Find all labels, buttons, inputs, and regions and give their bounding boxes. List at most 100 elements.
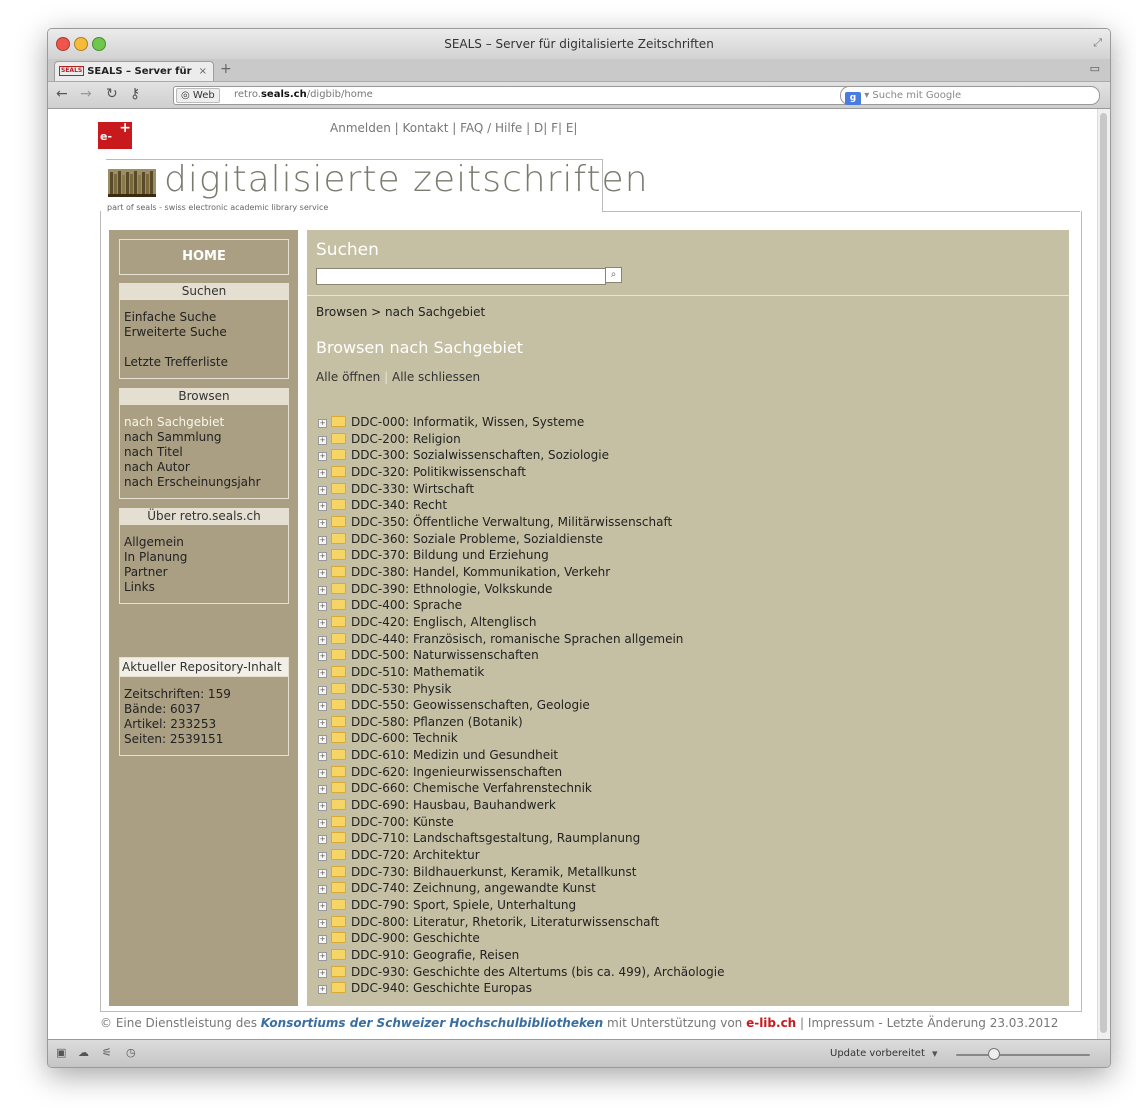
expand-icon[interactable]: + — [318, 952, 327, 961]
subject-tree-item[interactable]: + DDC-350: Öffentliche Verwaltung, Militä… — [318, 514, 1058, 531]
expand-icon[interactable]: + — [318, 452, 327, 462]
forward-arrow-icon[interactable]: → — [80, 86, 92, 102]
expand-icon[interactable]: + — [318, 585, 327, 595]
subject-label[interactable]: DDC-000: Informatik, Wissen, Systeme — [351, 415, 584, 429]
subject-label[interactable]: DDC-700: Künste — [351, 815, 454, 829]
fullscreen-icon[interactable]: ⤢ — [1093, 36, 1102, 50]
expand-icon[interactable]: + — [318, 985, 327, 995]
subject-tree-item[interactable]: + DDC-790: Sport, Spiele, Unterhaltung — [318, 897, 1058, 914]
home-button[interactable]: HOME — [119, 239, 289, 275]
reload-icon[interactable]: ↻ — [106, 86, 118, 102]
subject-label[interactable]: DDC-390: Ethnologie, Volkskunde — [351, 582, 552, 596]
vertical-scrollbar[interactable] — [1097, 109, 1110, 1039]
expand-icon[interactable]: + — [318, 552, 327, 562]
subject-tree-item[interactable]: + DDC-370: Bildung und Erziehung — [318, 547, 1058, 564]
expand-icon[interactable]: + — [318, 568, 327, 578]
subject-label[interactable]: DDC-690: Hausbau, Bauhandwerk — [351, 798, 556, 812]
expand-icon[interactable]: + — [318, 485, 327, 495]
subject-tree-item[interactable]: + DDC-400: Sprache — [318, 597, 1058, 614]
sidebar-item-links[interactable]: Links — [124, 580, 284, 595]
subject-label[interactable]: DDC-200: Religion — [351, 432, 461, 446]
sidebar-item-nach-erscheinungsjahr[interactable]: nach Erscheinungsjahr — [124, 475, 284, 490]
google-search-box[interactable]: g ▾ Suche mit Google — [840, 86, 1100, 105]
sidebar-toggle-icon[interactable]: ▣ — [56, 1046, 66, 1059]
subject-tree-item[interactable]: + DDC-700: Künste — [318, 814, 1058, 831]
subject-tree-item[interactable]: + DDC-730: Bildhauerkunst, Keramik, Metal… — [318, 864, 1058, 881]
expand-icon[interactable]: + — [318, 785, 327, 795]
tab-groups-icon[interactable]: ▭ — [1090, 62, 1100, 75]
sidebar-item-nach-titel[interactable]: nach Titel — [124, 445, 284, 460]
subject-label[interactable]: DDC-600: Technik — [351, 731, 458, 745]
subject-label[interactable]: DDC-790: Sport, Spiele, Unterhaltung — [351, 898, 576, 912]
expand-icon[interactable]: + — [318, 685, 327, 695]
sidebar-item-partner[interactable]: Partner — [124, 565, 284, 580]
subject-label[interactable]: DDC-320: Politikwissenschaft — [351, 465, 526, 479]
subject-tree-item[interactable]: + DDC-200: Religion — [318, 431, 1058, 448]
subject-tree-item[interactable]: + DDC-940: Geschichte Europas — [318, 980, 1058, 997]
expand-icon[interactable]: + — [318, 435, 327, 445]
subject-label[interactable]: DDC-530: Physik — [351, 682, 451, 696]
sidebar-item-nach-sachgebiet[interactable]: nach Sachgebiet — [124, 415, 284, 430]
sidebar-item-nach-sammlung[interactable]: nach Sammlung — [124, 430, 284, 445]
subject-label[interactable]: DDC-910: Geografie, Reisen — [351, 948, 519, 962]
subject-tree-item[interactable]: + DDC-320: Politikwissenschaft — [318, 464, 1058, 481]
subject-label[interactable]: DDC-440: Französisch, romanische Sprache… — [351, 632, 683, 646]
subject-tree-item[interactable]: + DDC-550: Geowissenschaften, Geologie — [318, 697, 1058, 714]
sidebar-item-erweiterte-suche[interactable]: Erweiterte Suche — [124, 325, 284, 340]
close-all-link[interactable]: Alle schliessen — [392, 370, 480, 384]
expand-icon[interactable]: + — [318, 935, 327, 945]
new-tab-icon[interactable]: + — [220, 61, 232, 77]
sidebar-item-einfache-suche[interactable]: Einfache Suche — [124, 310, 284, 325]
subject-tree-item[interactable]: + DDC-330: Wirtschaft — [318, 481, 1058, 498]
subject-label[interactable]: DDC-350: Öffentliche Verwaltung, Militär… — [351, 515, 672, 529]
expand-icon[interactable]: + — [318, 835, 327, 845]
subject-tree-item[interactable]: + DDC-620: Ingenieurwissenschaften — [318, 764, 1058, 781]
subject-tree-item[interactable]: + DDC-610: Medizin und Gesundheit — [318, 747, 1058, 764]
subject-label[interactable]: DDC-930: Geschichte des Altertums (bis c… — [351, 965, 725, 979]
elib-logo[interactable]: e-lib.ch + — [98, 120, 132, 173]
top-navigation-links[interactable]: Anmelden | Kontakt | FAQ / Hilfe | D| F|… — [330, 121, 577, 135]
subject-tree-item[interactable]: + DDC-360: Soziale Probleme, Sozialdienst… — [318, 531, 1058, 548]
subject-tree-item[interactable]: + DDC-800: Literatur, Rhetorik, Literatur… — [318, 914, 1058, 931]
search-dropdown-icon[interactable]: ▾ — [864, 90, 869, 101]
site-identity-button[interactable]: ◎ Web — [176, 88, 220, 103]
expand-icon[interactable]: + — [318, 902, 327, 912]
subject-tree-item[interactable]: + DDC-390: Ethnologie, Volkskunde — [318, 581, 1058, 598]
subject-tree-item[interactable]: + DDC-660: Chemische Verfahrenstechnik — [318, 780, 1058, 797]
zoom-slider-knob[interactable] — [988, 1048, 1000, 1060]
footer-suffix[interactable]: | Impressum - Letzte Änderung 23.03.2012 — [796, 1016, 1058, 1030]
expand-icon[interactable]: + — [318, 668, 327, 678]
subject-label[interactable]: DDC-500: Naturwissenschaften — [351, 648, 539, 662]
subject-label[interactable]: DDC-740: Zeichnung, angewandte Kunst — [351, 881, 596, 895]
subject-label[interactable]: DDC-330: Wirtschaft — [351, 482, 474, 496]
subject-tree-item[interactable]: + DDC-740: Zeichnung, angewandte Kunst — [318, 880, 1058, 897]
subject-label[interactable]: DDC-620: Ingenieurwissenschaften — [351, 765, 562, 779]
subject-label[interactable]: DDC-730: Bildhauerkunst, Keramik, Metall… — [351, 865, 636, 879]
subject-label[interactable]: DDC-900: Geschichte — [351, 931, 480, 945]
subject-tree-item[interactable]: + DDC-580: Pflanzen (Botanik) — [318, 714, 1058, 731]
subject-label[interactable]: DDC-710: Landschaftsgestaltung, Raumplan… — [351, 831, 640, 845]
subject-label[interactable]: DDC-340: Recht — [351, 498, 447, 512]
subject-label[interactable]: DDC-580: Pflanzen (Botanik) — [351, 715, 523, 729]
scrollbar-thumb[interactable] — [1100, 113, 1107, 1033]
expand-icon[interactable]: + — [318, 419, 327, 428]
subject-label[interactable]: DDC-510: Mathematik — [351, 665, 484, 679]
expand-icon[interactable]: + — [318, 602, 327, 612]
zoom-slider-track[interactable] — [956, 1054, 1090, 1056]
expand-icon[interactable]: + — [318, 652, 327, 662]
back-arrow-icon[interactable]: ← — [56, 86, 68, 102]
subject-tree-item[interactable]: + DDC-720: Architektur — [318, 847, 1058, 864]
footer-konsortium-link[interactable]: Konsortiums der Schweizer Hochschulbibli… — [261, 1016, 603, 1030]
subject-tree-item[interactable]: + DDC-380: Handel, Kommunikation, Verkehr — [318, 564, 1058, 581]
breadcrumb[interactable]: Browsen > nach Sachgebiet — [316, 305, 485, 319]
subject-tree-item[interactable]: + DDC-930: Geschichte des Altertums (bis … — [318, 964, 1058, 981]
expand-icon[interactable]: + — [318, 752, 327, 762]
search-input[interactable] — [316, 268, 606, 285]
sidebar-item-allgemein[interactable]: Allgemein — [124, 535, 284, 550]
expand-icon[interactable]: + — [318, 868, 327, 878]
subject-label[interactable]: DDC-550: Geowissenschaften, Geologie — [351, 698, 590, 712]
subject-label[interactable]: DDC-720: Architektur — [351, 848, 480, 862]
sidebar-item-letzte-trefferliste[interactable]: Letzte Trefferliste — [124, 355, 284, 370]
subject-tree-item[interactable]: + DDC-000: Informatik, Wissen, Systeme — [318, 414, 1058, 431]
expand-icon[interactable]: + — [318, 918, 327, 928]
